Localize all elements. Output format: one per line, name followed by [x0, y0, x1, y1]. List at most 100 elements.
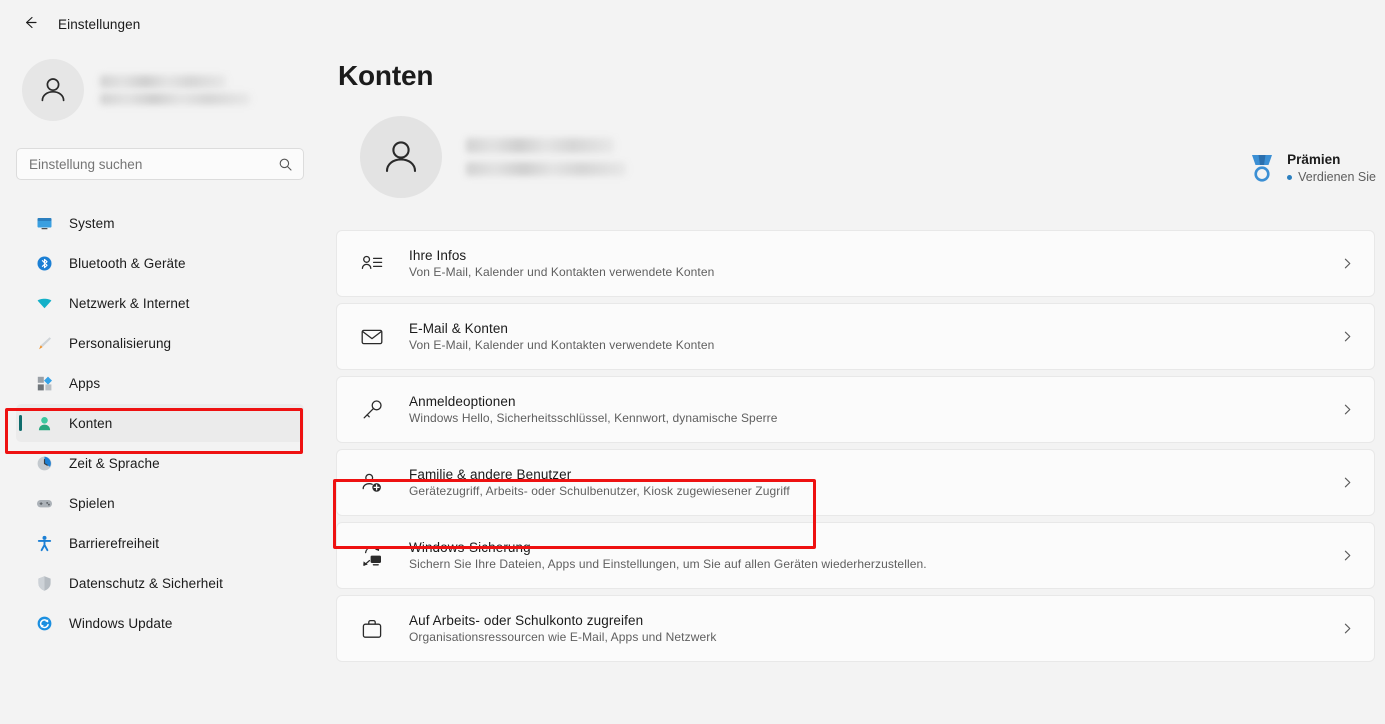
- rewards-subtitle-row: Verdienen Sie: [1287, 170, 1376, 184]
- sidebar-item-label: Windows Update: [69, 615, 173, 631]
- settings-row-title: Windows-Sicherung: [409, 540, 531, 555]
- sidebar-item-label: Netzwerk & Internet: [69, 295, 190, 311]
- medal-icon: [1249, 153, 1275, 183]
- rewards-texts: Prämien Verdienen Sie: [1287, 152, 1376, 184]
- person-add-icon: [359, 470, 385, 496]
- settings-row-subtitle: Sichern Sie Ihre Dateien, Apps und Einst…: [409, 557, 927, 571]
- sidebar-item-system[interactable]: System: [16, 204, 304, 242]
- settings-row-subtitle: Gerätezugriff, Arbeits- oder Schulbenutz…: [409, 484, 790, 498]
- back-button[interactable]: [16, 10, 44, 38]
- clock-icon: [36, 455, 53, 472]
- your-info-icon: [359, 251, 385, 277]
- window-title: Einstellungen: [58, 16, 141, 32]
- person-avatar-icon: [385, 141, 417, 173]
- avatar: [360, 116, 442, 198]
- monitor-icon: [36, 215, 53, 232]
- settings-row-email-konten[interactable]: E-Mail & Konten Von E-Mail, Kalender und…: [336, 303, 1375, 370]
- bluetooth-icon: [36, 255, 53, 272]
- sidebar: System Bluetooth & Geräte Netzwerk: [0, 48, 320, 724]
- sidebar-item-apps[interactable]: Apps: [16, 364, 304, 402]
- settings-row-title: Auf Arbeits- oder Schulkonto zugreifen: [409, 613, 644, 628]
- account-name-redacted: [466, 138, 614, 153]
- sidebar-item-label: Barrierefreiheit: [69, 535, 160, 551]
- chevron-right-icon[interactable]: [1341, 476, 1354, 489]
- profile-redacted-info: [100, 75, 250, 105]
- sidebar-item-label: System: [69, 215, 115, 231]
- rewards-widget[interactable]: Prämien Verdienen Sie: [1249, 152, 1376, 184]
- settings-row-title: Familie & andere Benutzer: [409, 467, 572, 482]
- settings-row-subtitle: Windows Hello, Sicherheitsschlüssel, Ken…: [409, 411, 778, 425]
- chevron-right-icon[interactable]: [1341, 549, 1354, 562]
- settings-row-texts: Windows-Sicherung Sichern Sie Ihre Datei…: [409, 540, 1341, 571]
- sidebar-item-time-language[interactable]: Zeit & Sprache: [16, 444, 304, 482]
- sidebar-item-windows-update[interactable]: Windows Update: [16, 604, 304, 642]
- settings-row-texts: Anmeldeoptionen Windows Hello, Sicherhei…: [409, 394, 1341, 425]
- briefcase-icon: [359, 616, 385, 642]
- settings-row-title: Ihre Infos: [409, 248, 467, 263]
- sidebar-item-label: Bluetooth & Geräte: [69, 255, 186, 271]
- main-content: Konten Prämien Verdienen Sie Ihre Infos …: [320, 48, 1385, 724]
- page-title: Konten: [338, 60, 434, 91]
- sidebar-item-label: Zeit & Sprache: [69, 455, 160, 471]
- profile-name-redacted: [100, 75, 226, 88]
- title-bar: Einstellungen: [0, 0, 1385, 48]
- account-header: [360, 114, 1375, 200]
- sidebar-item-label: Spielen: [69, 495, 115, 511]
- chevron-right-icon[interactable]: [1341, 403, 1354, 416]
- rewards-subtitle: Verdienen Sie: [1298, 170, 1376, 184]
- person-avatar-icon: [41, 78, 65, 102]
- settings-row-familie-andere-benutzer[interactable]: Familie & andere Benutzer Gerätezugriff,…: [336, 449, 1375, 516]
- backup-sync-icon: [359, 543, 385, 569]
- wifi-icon: [36, 295, 53, 312]
- settings-row-title: Anmeldeoptionen: [409, 394, 516, 409]
- settings-row-arbeits-schulkonto[interactable]: Auf Arbeits- oder Schulkonto zugreifen O…: [336, 595, 1375, 662]
- account-email-redacted: [466, 162, 626, 176]
- update-refresh-icon: [36, 615, 53, 632]
- sidebar-item-label: Konten: [69, 415, 113, 431]
- shield-icon: [36, 575, 53, 592]
- settings-row-title: E-Mail & Konten: [409, 321, 509, 336]
- chevron-right-icon[interactable]: [1341, 622, 1354, 635]
- accounts-person-icon: [36, 415, 53, 432]
- settings-row-texts: Ihre Infos Von E-Mail, Kalender und Kont…: [409, 248, 1341, 279]
- back-arrow-icon: [22, 14, 39, 34]
- sidebar-item-privacy-security[interactable]: Datenschutz & Sicherheit: [16, 564, 304, 602]
- sidebar-item-accessibility[interactable]: Barrierefreiheit: [16, 524, 304, 562]
- sidebar-item-label: Apps: [69, 375, 101, 391]
- settings-row-texts: Auf Arbeits- oder Schulkonto zugreifen O…: [409, 613, 1341, 644]
- settings-row-texts: E-Mail & Konten Von E-Mail, Kalender und…: [409, 321, 1341, 352]
- sidebar-item-bluetooth-devices[interactable]: Bluetooth & Geräte: [16, 244, 304, 282]
- bullet-dot-icon: [1287, 174, 1293, 180]
- settings-row-ihre-infos[interactable]: Ihre Infos Von E-Mail, Kalender und Kont…: [336, 230, 1375, 297]
- settings-row-anmeldeoptionen[interactable]: Anmeldeoptionen Windows Hello, Sicherhei…: [336, 376, 1375, 443]
- search-icon[interactable]: [278, 157, 293, 172]
- profile-email-redacted: [100, 93, 250, 105]
- settings-row-texts: Familie & andere Benutzer Gerätezugriff,…: [409, 467, 1341, 498]
- sidebar-item-personalization[interactable]: Personalisierung: [16, 324, 304, 362]
- key-icon: [359, 397, 385, 423]
- sidebar-item-konten[interactable]: Konten: [16, 404, 304, 442]
- search-input[interactable]: [29, 156, 278, 172]
- sidebar-item-label: Personalisierung: [69, 335, 172, 351]
- settings-rows-list: Ihre Infos Von E-Mail, Kalender und Kont…: [336, 230, 1375, 662]
- sidebar-nav: System Bluetooth & Geräte Netzwerk & Int…: [16, 204, 304, 642]
- paintbrush-icon: [36, 335, 53, 352]
- sidebar-item-label: Datenschutz & Sicherheit: [69, 575, 223, 591]
- sidebar-item-gaming[interactable]: Spielen: [16, 484, 304, 522]
- search-box[interactable]: [16, 148, 304, 180]
- accessibility-icon: [36, 535, 53, 552]
- chevron-right-icon[interactable]: [1341, 330, 1354, 343]
- chevron-right-icon[interactable]: [1341, 257, 1354, 270]
- sidebar-item-network-internet[interactable]: Netzwerk & Internet: [16, 284, 304, 322]
- gamepad-icon: [36, 495, 53, 512]
- envelope-icon: [359, 324, 385, 350]
- settings-row-subtitle: Von E-Mail, Kalender und Kontakten verwe…: [409, 338, 715, 352]
- account-redacted-info: [466, 138, 626, 176]
- sidebar-profile[interactable]: [16, 48, 304, 126]
- apps-icon: [36, 375, 53, 392]
- settings-row-subtitle: Von E-Mail, Kalender und Kontakten verwe…: [409, 265, 715, 279]
- settings-window: Einstellungen Einstellung suchen System …: [0, 0, 1385, 724]
- avatar: [22, 59, 84, 121]
- settings-row-windows-sicherung[interactable]: Windows-Sicherung Sichern Sie Ihre Datei…: [336, 522, 1375, 589]
- settings-row-subtitle: Organisationsressourcen wie E-Mail, Apps…: [409, 630, 717, 644]
